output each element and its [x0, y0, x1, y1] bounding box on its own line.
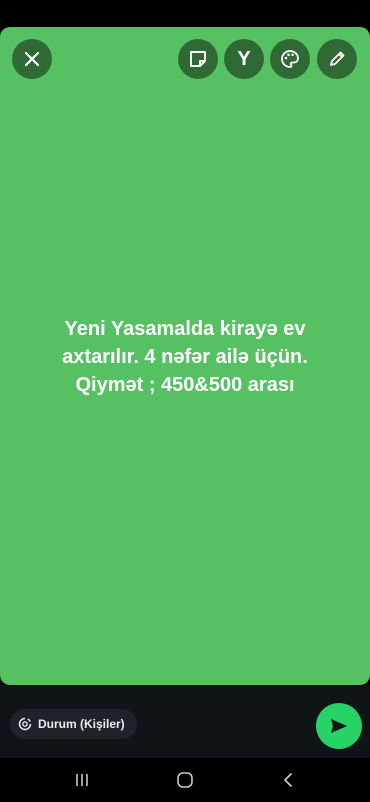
status-canvas[interactable]: Y Yeni Yasamalda kirayə ev axtarılır. 4 … — [0, 27, 370, 685]
audience-label: Durum (Kişiler) — [38, 717, 125, 731]
draw-button[interactable] — [317, 39, 357, 79]
recents-button[interactable] — [62, 768, 102, 792]
font-button[interactable]: Y — [224, 39, 264, 79]
status-text[interactable]: Yeni Yasamalda kirayə ev axtarılır. 4 nə… — [30, 315, 340, 399]
send-icon — [331, 719, 347, 733]
sticker-button[interactable] — [178, 39, 218, 79]
back-button[interactable] — [268, 768, 308, 792]
pencil-icon — [330, 51, 345, 66]
font-icon: Y — [237, 47, 251, 70]
status-bar — [0, 0, 370, 27]
home-icon — [177, 772, 193, 788]
audience-selector[interactable]: Durum (Kişiler) — [10, 709, 137, 739]
recents-icon — [76, 774, 88, 786]
sticker-icon — [190, 51, 206, 67]
color-palette-button[interactable] — [270, 39, 310, 79]
home-button[interactable] — [165, 768, 205, 792]
send-button[interactable] — [316, 703, 362, 749]
navigation-bar — [0, 758, 370, 802]
palette-icon — [281, 50, 299, 68]
status-ring-icon — [18, 717, 32, 731]
close-icon — [24, 51, 40, 67]
close-button[interactable] — [12, 39, 52, 79]
back-icon — [284, 773, 292, 787]
